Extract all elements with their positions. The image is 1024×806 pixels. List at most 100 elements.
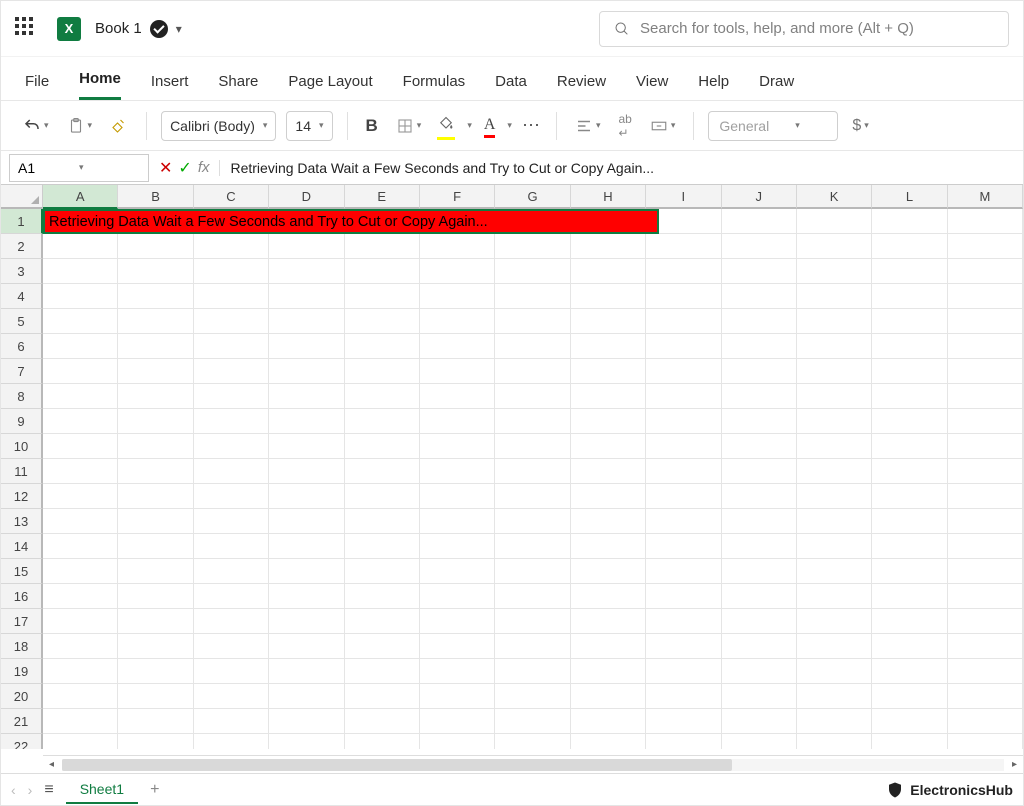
cell[interactable] <box>118 384 193 409</box>
column-header[interactable]: M <box>948 185 1023 209</box>
confirm-formula-button[interactable]: ✓ <box>178 158 191 178</box>
cell[interactable] <box>646 659 721 684</box>
row-header[interactable]: 4 <box>1 284 43 309</box>
cell[interactable] <box>118 359 193 384</box>
ribbon-tab-draw[interactable]: Draw <box>759 73 794 100</box>
cell[interactable] <box>571 434 646 459</box>
cell[interactable] <box>118 559 193 584</box>
cell[interactable] <box>571 384 646 409</box>
cell[interactable] <box>722 584 797 609</box>
row-header[interactable]: 10 <box>1 434 43 459</box>
cell[interactable] <box>646 459 721 484</box>
ribbon-tab-formulas[interactable]: Formulas <box>403 73 466 100</box>
cell[interactable] <box>495 334 570 359</box>
document-title[interactable]: Book 1 <box>95 20 142 37</box>
row-header[interactable]: 17 <box>1 609 43 634</box>
font-color-caret[interactable]: ▾ <box>507 120 512 131</box>
name-box[interactable]: A1▾ <box>9 154 149 182</box>
cell[interactable] <box>495 709 570 734</box>
cell[interactable] <box>43 509 118 534</box>
sheet-nav-prev[interactable]: ‹ <box>11 782 16 798</box>
cell[interactable] <box>43 409 118 434</box>
cell[interactable] <box>495 659 570 684</box>
cell[interactable] <box>495 484 570 509</box>
row-header[interactable]: 21 <box>1 709 43 734</box>
cell[interactable] <box>948 659 1023 684</box>
cell[interactable] <box>194 409 269 434</box>
cell[interactable] <box>722 284 797 309</box>
cell[interactable] <box>722 559 797 584</box>
cell[interactable] <box>345 434 420 459</box>
row-header[interactable]: 15 <box>1 559 43 584</box>
cell[interactable] <box>420 434 495 459</box>
cell[interactable] <box>797 484 872 509</box>
cell[interactable] <box>345 309 420 334</box>
cell[interactable] <box>948 509 1023 534</box>
cell[interactable] <box>420 659 495 684</box>
borders-button[interactable]: ▾ <box>392 114 426 138</box>
ribbon-tab-file[interactable]: File <box>25 73 49 100</box>
cell[interactable] <box>571 359 646 384</box>
cell[interactable] <box>495 409 570 434</box>
cell[interactable] <box>948 559 1023 584</box>
cell[interactable] <box>194 659 269 684</box>
cell[interactable] <box>43 459 118 484</box>
row-header[interactable]: 5 <box>1 309 43 334</box>
cell[interactable] <box>118 334 193 359</box>
cell[interactable] <box>420 384 495 409</box>
cell[interactable] <box>420 609 495 634</box>
more-formatting-button[interactable]: ⋯ <box>522 115 542 136</box>
cell[interactable] <box>797 459 872 484</box>
cell[interactable] <box>948 309 1023 334</box>
cell[interactable] <box>194 309 269 334</box>
cell[interactable] <box>345 684 420 709</box>
cell[interactable] <box>118 309 193 334</box>
cell[interactable] <box>872 409 947 434</box>
cell[interactable] <box>948 409 1023 434</box>
cell[interactable] <box>420 309 495 334</box>
cell[interactable] <box>646 484 721 509</box>
cell[interactable] <box>43 609 118 634</box>
cell[interactable] <box>722 259 797 284</box>
cell[interactable] <box>872 534 947 559</box>
cell[interactable] <box>571 709 646 734</box>
cell[interactable] <box>43 259 118 284</box>
cell[interactable] <box>118 709 193 734</box>
cell[interactable] <box>797 684 872 709</box>
cell[interactable] <box>118 409 193 434</box>
scroll-track[interactable] <box>62 759 1004 771</box>
cell[interactable] <box>118 484 193 509</box>
cell[interactable] <box>345 609 420 634</box>
cell[interactable] <box>872 459 947 484</box>
paste-button[interactable]: ▾ <box>63 114 97 138</box>
scroll-thumb[interactable] <box>62 759 732 771</box>
cell[interactable] <box>872 634 947 659</box>
cell[interactable] <box>345 509 420 534</box>
cell[interactable] <box>269 559 344 584</box>
cell[interactable] <box>345 459 420 484</box>
cell[interactable] <box>495 559 570 584</box>
cell[interactable] <box>269 684 344 709</box>
cell[interactable] <box>872 284 947 309</box>
cell[interactable] <box>269 484 344 509</box>
cell[interactable] <box>571 309 646 334</box>
row-header[interactable]: 12 <box>1 484 43 509</box>
cell[interactable] <box>722 234 797 259</box>
cell[interactable] <box>797 534 872 559</box>
cell[interactable] <box>495 584 570 609</box>
cancel-formula-button[interactable]: ✕ <box>159 158 172 178</box>
cell[interactable] <box>872 259 947 284</box>
cell[interactable] <box>194 559 269 584</box>
sheet-nav-next[interactable]: › <box>28 782 33 798</box>
row-header[interactable]: 18 <box>1 634 43 659</box>
cell[interactable] <box>345 234 420 259</box>
row-header[interactable]: 19 <box>1 659 43 684</box>
cell[interactable] <box>797 234 872 259</box>
number-format-select[interactable]: General▾ <box>708 111 838 141</box>
currency-button[interactable]: $▾ <box>848 114 872 138</box>
row-header[interactable]: 8 <box>1 384 43 409</box>
cell[interactable] <box>722 534 797 559</box>
cell[interactable] <box>872 609 947 634</box>
cell[interactable] <box>495 359 570 384</box>
cell[interactable] <box>420 259 495 284</box>
